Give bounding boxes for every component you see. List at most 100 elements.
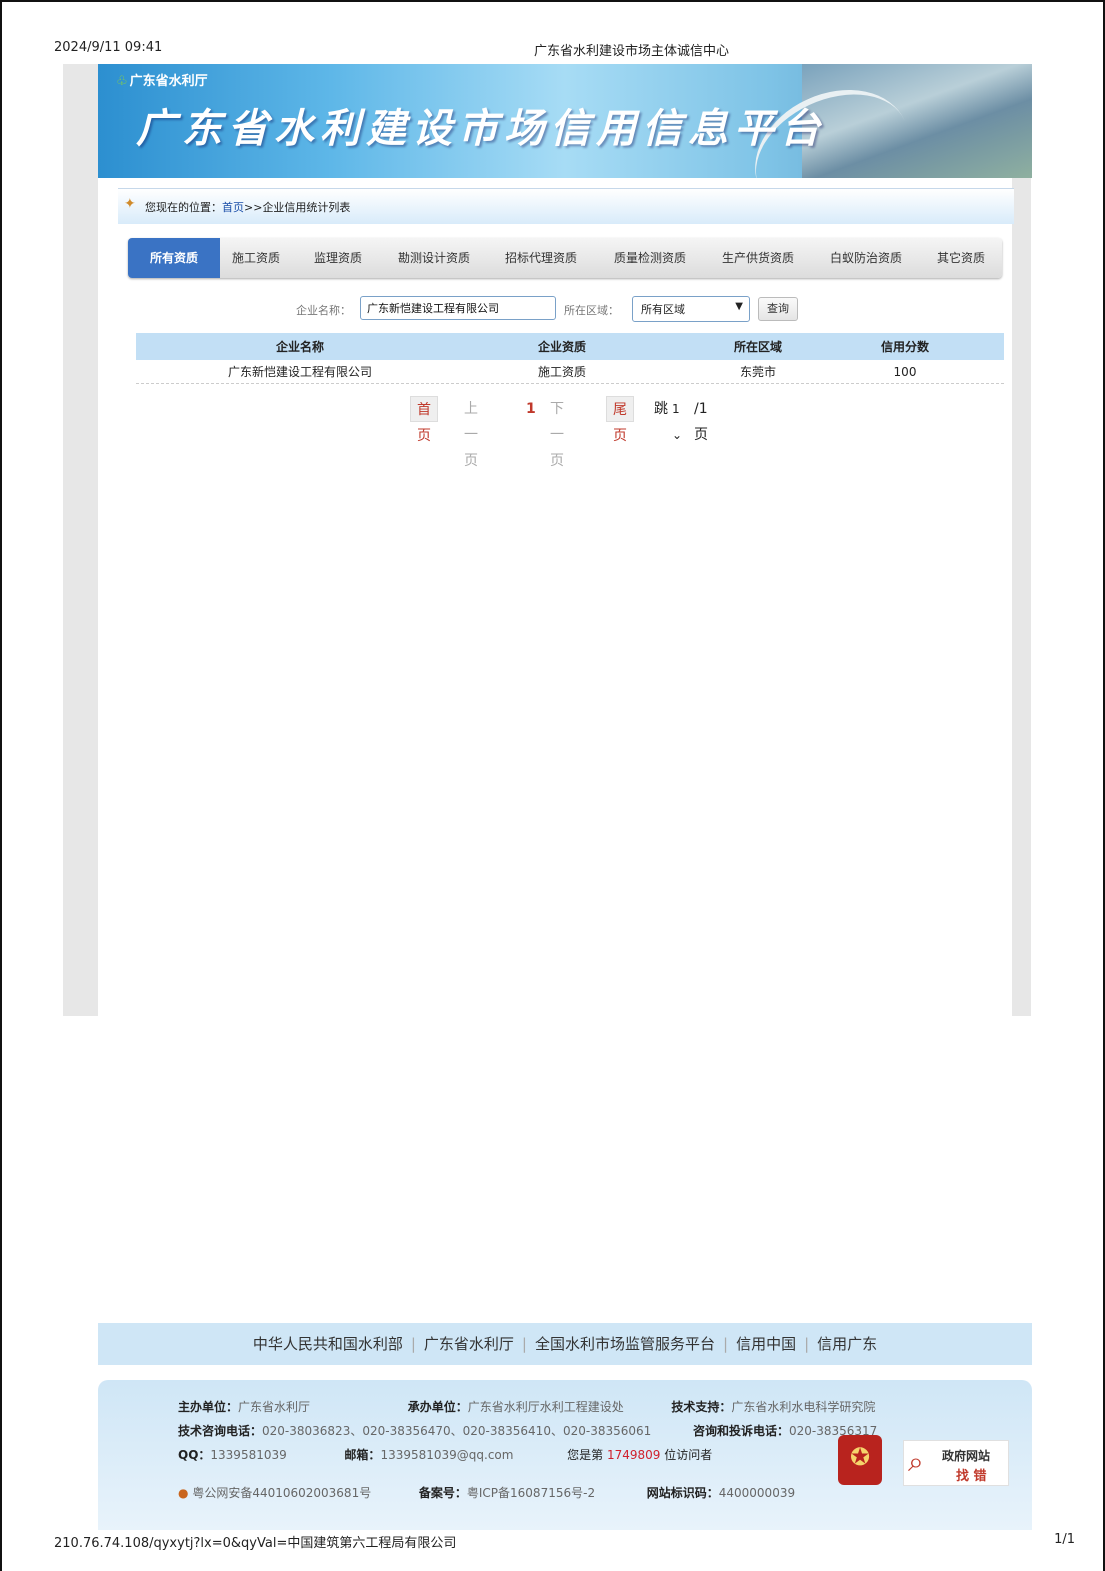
link-divider: | [521,1335,527,1353]
tech-phone-value: 020-38036823、020-38356470、020-38356410、0… [262,1424,652,1438]
jump-select[interactable]: 1 ⌄ [672,396,682,442]
search-button[interactable]: 查询 [758,297,798,321]
support-value: 广东省水利水电科学研究院 [731,1400,876,1414]
partner-links: 中华人民共和国水利部 | 广东省水利厅 | 全国水利市场监管服务平台 | 信用中国 | 信用广东 [98,1323,1032,1365]
footer-line-3: QQ：1339581039 邮箱：1339581039@qq.com 您是第 1… [178,1446,712,1463]
breadcrumb-home-link[interactable]: 首页 [222,201,244,214]
breadcrumb-prefix: 您现在的位置： [145,201,222,214]
site-title: 广东省水利建设市场信用信息平台 [136,105,826,152]
tab-bidding-agency[interactable]: 招标代理资质 [494,238,588,278]
site-banner: ♧ 广东省水利厅 广东省水利建设市场信用信息平台 [98,64,1032,178]
host-value: 广东省水利厅 [238,1400,311,1414]
breadcrumb-sep: >> [244,201,263,214]
support-label: 技术支持： [671,1400,732,1414]
tab-termite-control[interactable]: 白蚁防治资质 [818,238,914,278]
visitor-suffix: 位访问者 [660,1448,713,1462]
tab-production-supply[interactable]: 生产供货资质 [710,238,806,278]
site-footer: 主办单位：广东省水利厅 承办单位：广东省水利厅水利工程建设处 技术支持：广东省水… [98,1380,1032,1530]
table-row[interactable]: 广东新恺建设工程有限公司 施工资质 东莞市 100 [136,360,1004,384]
tab-quality-testing[interactable]: 质量检测资质 [602,238,698,278]
visitor-prefix: 您是第 [567,1448,607,1462]
qualification-tabs: 所有资质 施工资质 监理资质 勘测设计资质 招标代理资质 质量检测资质 生产供货… [128,238,1002,278]
header-qualification: 企业资质 [537,340,586,354]
tab-other[interactable]: 其它资质 [926,238,996,278]
link-divider: | [804,1335,810,1353]
magnifier-icon: ⌕ [908,1445,924,1478]
row-region: 东莞市 [739,365,776,379]
row-score: 100 [893,364,917,379]
link-credit-gd[interactable]: 信用广东 [817,1335,877,1353]
header-region: 所在区域 [733,340,782,354]
chevron-down-icon: ⌄ [672,428,683,442]
footer-line-4: ● 粤公网安备44010602003681号 备案号：粤ICP备16087156… [178,1484,795,1501]
link-divider: | [410,1335,416,1353]
breadcrumb: ✦ 您现在的位置：首页>>企业信用统计列表 [118,188,1014,224]
footer-line-1: 主办单位：广东省水利厅 承办单位：广东省水利厅水利工程建设处 技术支持：广东省水… [178,1398,875,1415]
link-market-platform[interactable]: 全国水利市场监管服务平台 [535,1335,715,1353]
company-name-label: 企业名称： [296,304,351,317]
print-page: 1/1 [1054,1532,1075,1547]
dept-name: 广东省水利厅 [129,74,208,89]
prev-page-button[interactable]: 上一页 [464,396,478,469]
mail-value[interactable]: 1339581039@qq.com [380,1448,513,1462]
last-page-button[interactable]: 尾页 [606,396,634,444]
qq-label: QQ： [178,1448,211,1462]
gov-site-error-report[interactable]: ⌕ 政府网站 找 错 [903,1440,1009,1486]
police-record[interactable]: 粤公网安备44010602003681号 [192,1486,371,1500]
total-pages: /1页 [694,401,708,443]
complaint-label: 咨询和投诉电话： [692,1424,789,1438]
company-name-input[interactable] [360,296,556,320]
jump-label: 跳 [654,401,668,417]
host-label: 主办单位： [178,1400,239,1414]
current-page: 1 [526,401,536,417]
row-company[interactable]: 广东新恺建设工程有限公司 [136,360,464,383]
next-page-button[interactable]: 下一页 [550,396,564,469]
table-header: 企业名称 企业资质 所在区域 信用分数 [136,333,1004,360]
chevron-down-icon: ▼ [735,301,743,312]
header-company: 企业名称 [275,340,324,354]
right-gutter [1012,64,1031,1016]
tab-survey-design[interactable]: 勘测设计资质 [386,238,482,278]
first-page-button[interactable]: 首页 [410,396,438,444]
site-id-value: 4400000039 [718,1486,796,1500]
tab-construction[interactable]: 施工资质 [220,238,292,278]
row-qualification: 施工资质 [537,365,586,379]
tech-phone-label: 技术咨询电话： [178,1424,263,1438]
print-footer: 210.76.74.108/qyxytj?lx=0&qyVal=中国建筑第六工程… [54,1532,1075,1552]
credit-table: 企业名称 企业资质 所在区域 信用分数 广东新恺建设工程有限公司 施工资质 东莞… [136,333,1004,384]
print-url: 210.76.74.108/qyxytj?lx=0&qyVal=中国建筑第六工程… [54,1536,457,1551]
left-gutter [63,64,98,1016]
location-icon: ✦ [124,196,136,212]
region-label: 所在区域： [564,304,619,317]
mail-label: 邮箱： [344,1448,381,1462]
link-divider: | [723,1335,729,1353]
find-title: 政府网站 [942,1449,991,1463]
site-id-label: 网站标识码： [646,1486,719,1500]
jump-select-value: 1 [672,402,680,416]
region-select[interactable]: 所有区域 ▼ [632,296,750,322]
police-badge-icon: ● [178,1486,189,1500]
undertake-value: 广东省水利厅水利工程建设处 [467,1400,624,1414]
link-mwr[interactable]: 中华人民共和国水利部 [253,1335,403,1353]
visitor-count: 1749809 [606,1448,661,1462]
link-gd-water[interactable]: 广东省水利厅 [424,1335,514,1353]
print-header: 2024/9/11 09:41 广东省水利建设市场主体诚信中心 [54,40,1075,60]
tab-all[interactable]: 所有资质 [128,238,220,278]
find-sub: 找 错 [956,1469,987,1484]
link-credit-china[interactable]: 信用中国 [736,1335,796,1353]
print-timestamp: 2024/9/11 09:41 [54,40,163,55]
party-emblem-icon[interactable]: ✪ [838,1435,882,1485]
region-select-value: 所有区域 [641,303,685,316]
leaf-icon: ♧ [116,74,128,89]
print-title: 广东省水利建设市场主体诚信中心 [534,44,730,59]
tab-supervision[interactable]: 监理资质 [302,238,374,278]
breadcrumb-current: 企业信用统计列表 [262,201,351,214]
icp-label: 备案号： [418,1486,467,1500]
header-score: 信用分数 [880,340,929,354]
qq-value: 1339581039 [210,1448,287,1462]
search-bar: 企业名称： 所在区域： 所有区域 ▼ 查询 [136,294,1004,324]
icp-value[interactable]: 粤ICP备16087156号-2 [467,1486,595,1500]
dept-logo[interactable]: ♧ 广东省水利厅 [116,70,208,89]
undertake-label: 承办单位： [407,1400,468,1414]
footer-line-2: 技术咨询电话：020-38036823、020-38356470、020-383… [178,1422,877,1439]
